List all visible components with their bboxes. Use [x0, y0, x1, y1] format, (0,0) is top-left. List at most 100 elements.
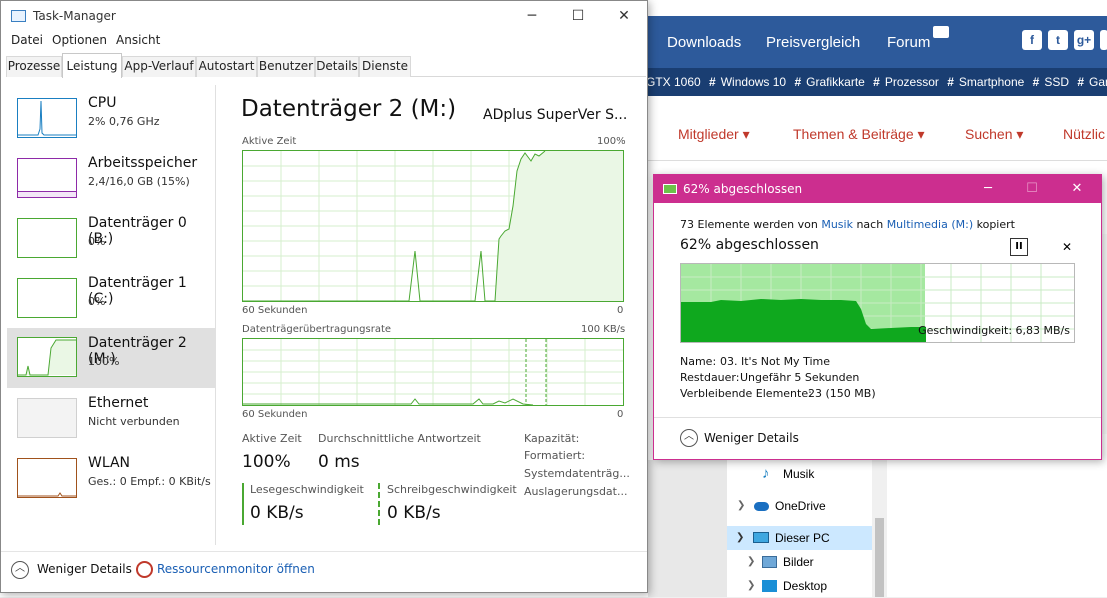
- resource-disk-2[interactable]: Datenträger 2 (M:) 100%: [7, 328, 215, 388]
- tab-prozesse[interactable]: Prozesse: [6, 56, 62, 77]
- write-speed-value: 0 KB/s: [387, 503, 441, 523]
- googleplus-icon[interactable]: g+: [1074, 30, 1094, 50]
- minimize-button[interactable]: ─: [966, 175, 1010, 203]
- explorer-item-musik[interactable]: ♪ Musik: [727, 462, 872, 486]
- resource-cpu[interactable]: CPU 2% 0,76 GHz: [7, 95, 215, 153]
- twitter-icon[interactable]: t: [1048, 30, 1068, 50]
- explorer-item-dieser-pc[interactable]: ❯ Dieser PC: [727, 526, 872, 550]
- tab-dienste[interactable]: Dienste: [359, 56, 411, 77]
- resource-detail: Ges.: 0 Empf.: 0 KBit/s: [88, 475, 211, 488]
- tag-item[interactable]: Grafikkarte: [806, 75, 865, 89]
- resource-name: Ethernet: [88, 395, 149, 411]
- tm-tab-bar: Prozesse Leistung App-Verlauf Autostart …: [6, 53, 646, 78]
- explorer-item-bilder[interactable]: ❯ Bilder: [727, 550, 872, 574]
- resource-name: CPU: [88, 95, 117, 111]
- menu-optionen[interactable]: Optionen: [52, 33, 107, 47]
- resource-disk-1[interactable]: Datenträger 1 (C:) 0%: [7, 275, 215, 333]
- subnav-themen[interactable]: Themen & Beiträge ▾: [793, 126, 925, 143]
- resource-name: Datenträger 1 (C:): [88, 275, 187, 307]
- tag-item[interactable]: Prozessor: [885, 75, 939, 89]
- subnav-suchen[interactable]: Suchen ▾: [965, 126, 1023, 143]
- page-divider: [640, 160, 1107, 161]
- scrollbar-thumb[interactable]: [875, 518, 884, 597]
- fewer-details-link[interactable]: Weniger Details: [704, 431, 799, 445]
- chevron-up-icon[interactable]: ︿: [680, 429, 698, 447]
- prop-formatted: Formatiert:: [524, 449, 586, 462]
- disk1-thumbnail-graph: [17, 278, 77, 318]
- explorer-item-desktop[interactable]: ❯ Desktop: [727, 574, 872, 598]
- nav-downloads[interactable]: Downloads: [667, 34, 741, 51]
- read-speed-indicator: [242, 483, 244, 525]
- prop-system-disk: Systemdatenträg...: [524, 467, 630, 480]
- graph1-max: 100%: [597, 136, 626, 147]
- subnav-nuetzlich[interactable]: Nützlic: [1063, 126, 1105, 142]
- copy-window-title: 62% abgeschlossen: [683, 182, 803, 196]
- remaining-items-value: 23 (150 MB): [808, 387, 876, 400]
- tag-item[interactable]: SSD: [1044, 75, 1069, 89]
- explorer-scrollbar[interactable]: [872, 458, 887, 597]
- tm-footer: ︿ Weniger Details Ressourcenmonitor öffn…: [1, 551, 647, 591]
- copy-source-link[interactable]: Musik: [821, 218, 853, 231]
- graph1-time: 60 Sekunden: [242, 305, 308, 316]
- resource-list: CPU 2% 0,76 GHz Arbeitsspeicher 2,4/16,0…: [7, 85, 216, 545]
- chevron-right-icon[interactable]: ❯: [747, 550, 755, 574]
- maximize-button: ☐: [1026, 181, 1038, 196]
- active-time-graph: [242, 150, 624, 302]
- menu-datei[interactable]: Datei: [11, 33, 43, 47]
- menu-ansicht[interactable]: Ansicht: [116, 33, 160, 47]
- minimize-button[interactable]: ─: [509, 1, 555, 31]
- active-time-label: Aktive Zeit: [242, 432, 302, 445]
- maximize-button[interactable]: ☐: [555, 1, 601, 31]
- resource-memory[interactable]: Arbeitsspeicher 2,4/16,0 GB (15%): [7, 155, 215, 213]
- graph1-label: Aktive Zeit: [242, 136, 297, 147]
- cloud-icon: [754, 502, 769, 511]
- tab-autostart[interactable]: Autostart: [196, 56, 257, 77]
- resource-detail: 2% 0,76 GHz: [88, 115, 160, 128]
- tm-window-title: Task-Manager: [33, 9, 116, 23]
- explorer-item-label: OneDrive: [775, 499, 826, 513]
- fewer-details-link[interactable]: Weniger Details: [37, 562, 132, 576]
- resource-wlan[interactable]: WLAN Ges.: 0 Empf.: 0 KBit/s: [7, 455, 215, 513]
- read-speed-value: 0 KB/s: [250, 503, 304, 523]
- resource-monitor-link[interactable]: Ressourcenmonitor öffnen: [157, 562, 315, 576]
- tag-item[interactable]: Smartphone: [959, 75, 1024, 89]
- resource-name: Arbeitsspeicher: [88, 155, 198, 171]
- tab-details[interactable]: Details: [315, 56, 359, 77]
- tag-item[interactable]: Gam: [1089, 75, 1107, 89]
- chevron-down-icon[interactable]: ❯: [736, 526, 744, 550]
- site-navbar: Downloads Preisvergleich Forum f t g+: [640, 16, 1107, 68]
- pause-button[interactable]: II: [1010, 238, 1028, 256]
- tm-titlebar[interactable]: Task-Manager ─ ☐ ✕: [1, 1, 647, 31]
- close-button[interactable]: ✕: [601, 1, 647, 31]
- active-time-svg: [243, 151, 623, 301]
- tab-benutzer[interactable]: Benutzer: [257, 56, 315, 77]
- copy-titlebar[interactable]: 62% abgeschlossen ─ ☐ ✕: [654, 175, 1101, 203]
- tab-leistung[interactable]: Leistung: [62, 53, 122, 78]
- explorer-item-onedrive[interactable]: ❯ OneDrive: [727, 494, 872, 518]
- nav-preisvergleich[interactable]: Preisvergleich: [766, 34, 860, 51]
- copy-destination-link[interactable]: Multimedia (M:): [887, 218, 973, 231]
- resource-disk-0[interactable]: Datenträger 0 (B:) 0%: [7, 215, 215, 273]
- transfer-rate-svg: [243, 339, 623, 405]
- linkedin-icon[interactable]: [1100, 30, 1107, 50]
- chevron-right-icon[interactable]: ❯: [747, 574, 755, 598]
- chevron-up-icon[interactable]: ︿: [11, 561, 29, 579]
- tab-app-verlauf[interactable]: App-Verlauf: [122, 56, 196, 77]
- nav-forum[interactable]: Forum: [887, 34, 930, 51]
- tag-item[interactable]: Windows 10: [721, 75, 786, 89]
- subnav-mitglieder[interactable]: Mitglieder ▾: [678, 126, 750, 143]
- read-speed-label: Lesegeschwindigkeit: [250, 483, 364, 496]
- forum-chat-icon: [933, 26, 949, 38]
- close-button[interactable]: ✕: [1055, 175, 1099, 203]
- copy-desc-prefix: 73 Elemente werden von: [680, 218, 822, 231]
- explorer-item-label: Desktop: [783, 579, 828, 593]
- transfer-rate-graph: [242, 338, 624, 406]
- resource-detail: 2,4/16,0 GB (15%): [88, 175, 190, 188]
- facebook-icon[interactable]: f: [1022, 30, 1042, 50]
- chevron-right-icon[interactable]: ❯: [737, 494, 745, 518]
- cancel-copy-button[interactable]: ✕: [1058, 238, 1076, 256]
- resource-ethernet[interactable]: Ethernet Nicht verbunden: [7, 395, 215, 453]
- tag-item[interactable]: GTX 1060: [646, 75, 701, 89]
- graph2-min: 0: [617, 409, 624, 420]
- music-icon: ♪: [762, 465, 770, 482]
